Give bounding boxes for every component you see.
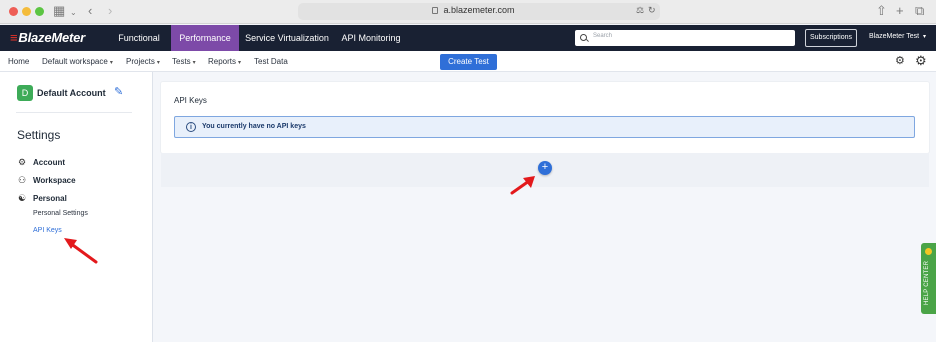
- chevron-down-icon: ▾: [923, 34, 927, 40]
- info-icon: i: [186, 122, 196, 132]
- edit-pencil-icon[interactable]: ✎: [114, 85, 123, 98]
- subscriptions-button[interactable]: Subscriptions: [805, 29, 857, 47]
- chevron-down-icon: ▾: [238, 60, 242, 66]
- close-window-icon[interactable]: [9, 7, 18, 16]
- chevron-down-icon: ▾: [192, 60, 196, 66]
- forward-icon[interactable]: ›: [108, 3, 112, 19]
- settings-sidebar: D Default Account ✎ Settings ⚙ Account ⚇…: [0, 72, 153, 342]
- subnav-reports[interactable]: Reports ▾: [208, 57, 241, 66]
- add-api-key-button[interactable]: +: [538, 161, 552, 175]
- sidebar-item-personal[interactable]: Personal: [33, 194, 67, 203]
- maximize-window-icon[interactable]: [35, 7, 44, 16]
- user-menu[interactable]: BlazeMeter Test ▾: [869, 33, 926, 40]
- subnav-test-data[interactable]: Test Data: [254, 57, 288, 66]
- account-avatar: D: [17, 85, 33, 101]
- url-text: a.blazemeter.com: [443, 5, 515, 15]
- sidebar-item-personal-settings[interactable]: Personal Settings: [33, 210, 88, 217]
- card-title: API Keys: [174, 96, 207, 105]
- new-tab-icon[interactable]: +: [896, 3, 904, 19]
- sub-navigation: Home Default workspace ▾ Projects ▾ Tests ▾…: [0, 51, 936, 72]
- search-input[interactable]: Search: [575, 30, 795, 46]
- minimize-window-icon[interactable]: [22, 7, 31, 16]
- address-bar[interactable]: a.blazemeter.com ⚖ ↻: [298, 3, 660, 20]
- subnav-workspace[interactable]: Default workspace ▾: [42, 57, 113, 66]
- help-center-label: HELP CENTER: [924, 260, 930, 305]
- personal-icon: ☯: [18, 193, 27, 203]
- account-icon: ⚙: [18, 157, 27, 167]
- settings-gear-icon[interactable]: ⚙: [915, 54, 927, 67]
- workspace-icon: ⚇: [18, 175, 27, 185]
- account-name: Default Account: [37, 88, 106, 98]
- lightbulb-icon: [925, 248, 932, 255]
- reload-icon[interactable]: ↻: [648, 5, 656, 16]
- subnav-home[interactable]: Home: [8, 57, 29, 66]
- search-icon: [580, 34, 587, 41]
- chevron-down-icon: ▾: [156, 60, 160, 66]
- translate-icon[interactable]: ⚖: [636, 5, 644, 16]
- sidebar-toggle-icon[interactable]: ▦: [53, 3, 65, 19]
- info-message: You currently have no API keys: [202, 123, 306, 130]
- info-message-box: i You currently have no API keys: [174, 116, 915, 138]
- api-keys-card: API Keys i You currently have no API key…: [161, 82, 929, 153]
- browser-toolbar: ▦ ⌄ ‹ › a.blazemeter.com ⚖ ↻ ⇧ + ⧉: [0, 0, 936, 24]
- help-center-tab[interactable]: HELP CENTER: [921, 243, 936, 314]
- chevron-down-icon[interactable]: ⌄: [70, 5, 77, 21]
- chevron-down-icon: ▾: [109, 60, 113, 66]
- tab-service-virtualization[interactable]: Service Virtualization: [244, 25, 330, 51]
- top-navigation: ≡BlazeMeter Functional Performance Servi…: [0, 25, 936, 51]
- user-settings-icon[interactable]: ⚙: [895, 56, 905, 67]
- sidebar-item-api-keys[interactable]: API Keys: [33, 227, 62, 234]
- subnav-projects[interactable]: Projects ▾: [126, 57, 160, 66]
- back-icon[interactable]: ‹: [88, 3, 92, 19]
- sidebar-item-workspace[interactable]: Workspace: [33, 176, 76, 185]
- divider: [16, 112, 132, 113]
- logo[interactable]: ≡BlazeMeter: [10, 30, 85, 45]
- sidebar-item-account[interactable]: Account: [33, 158, 65, 167]
- share-icon[interactable]: ⇧: [876, 3, 887, 19]
- search-placeholder: Search: [593, 33, 613, 39]
- settings-title: Settings: [17, 128, 61, 142]
- tab-api-monitoring[interactable]: API Monitoring: [338, 25, 404, 51]
- create-test-button[interactable]: Create Test: [440, 54, 497, 70]
- tab-overview-icon[interactable]: ⧉: [915, 3, 924, 19]
- subnav-tests[interactable]: Tests ▾: [172, 57, 196, 66]
- tab-functional[interactable]: Functional: [112, 25, 166, 51]
- tab-performance[interactable]: Performance: [171, 25, 239, 51]
